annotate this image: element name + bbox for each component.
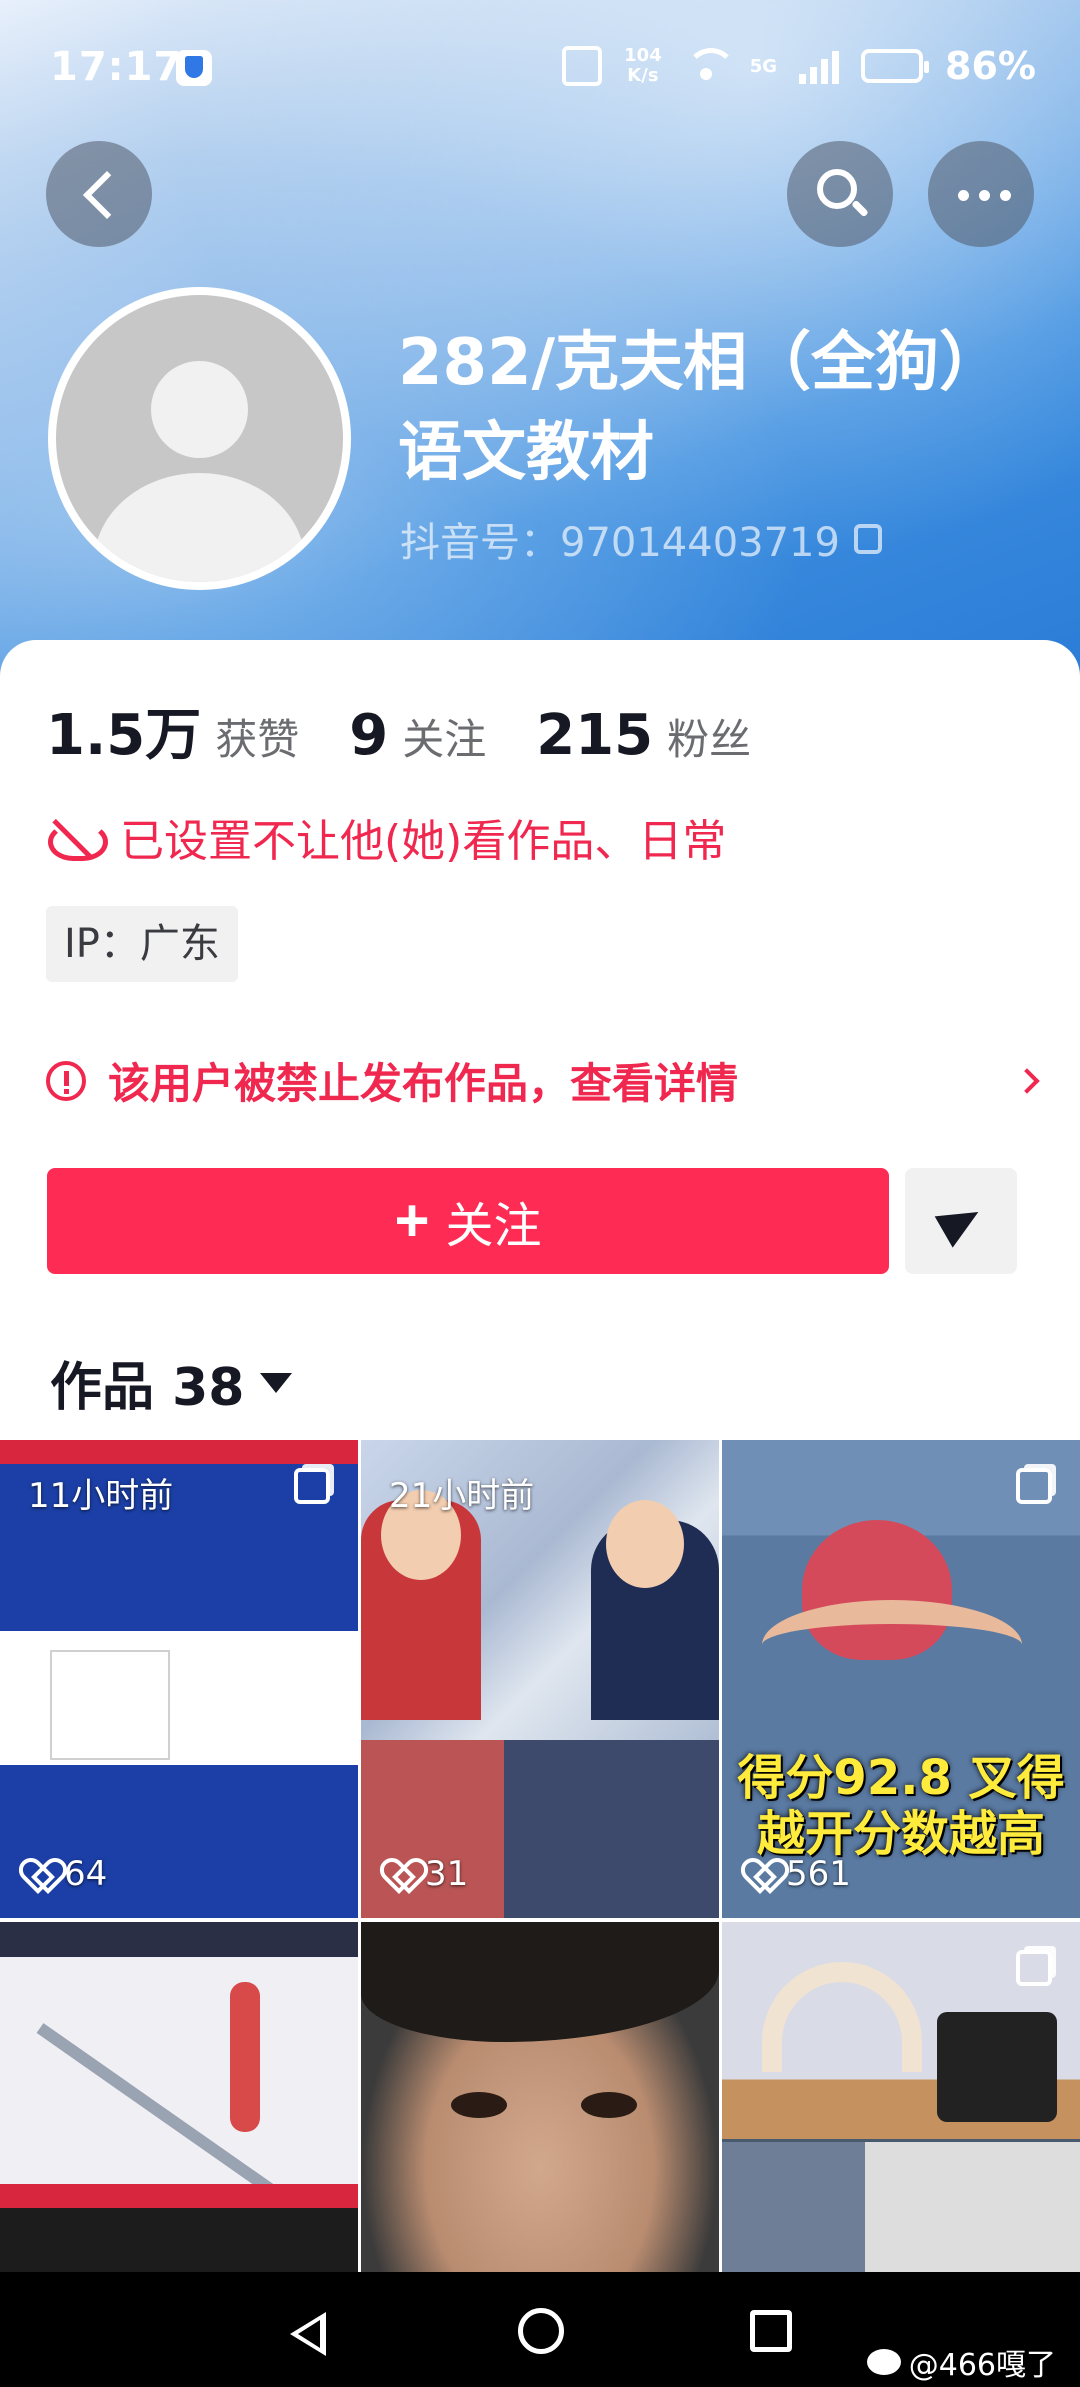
followers-count[interactable]: 215 [536,703,653,768]
battery-icon [861,49,930,83]
tile-time: 11小时前 [28,1476,174,1516]
multi-image-icon [294,1468,330,1504]
work-tile[interactable] [361,1922,719,2272]
privacy-restriction-text: 已设置不让他(她)看作品、日常 [120,816,727,867]
signal-icon [799,48,840,84]
nav-home-icon[interactable] [518,2308,564,2354]
followers-label[interactable]: 粉丝 [667,706,751,767]
privacy-restriction[interactable]: 已设置不让他(她)看作品、日常 [46,805,726,869]
more-button[interactable] [928,141,1034,247]
douyin-id[interactable]: 抖音号：97014403719 [400,510,882,568]
tile-time: 21小时前 [389,1476,535,1516]
work-tile[interactable]: 得分92.8 叉得越开分数越高 561 [722,1440,1080,1918]
tile-likes: 64 [24,1854,107,1894]
work-tile[interactable] [722,1922,1080,2272]
works-title: 作品 38 [50,1358,245,1418]
network-speed-unit: K/s [627,65,659,86]
banned-notice-text: 该用户被禁止发布作品，查看详情 [108,1059,739,1108]
weibo-icon [866,2349,901,2375]
follow-button[interactable]: + 关注 [47,1168,889,1274]
plus-icon: + [394,1187,430,1254]
search-button[interactable] [787,141,893,247]
heart-icon [385,1860,415,1888]
works-tab[interactable]: 作品 38 [50,1345,293,1420]
follow-label: 关注 [445,1200,542,1253]
tile-artwork [50,1650,170,1760]
work-tile[interactable]: 11小时前 64 [0,1440,358,1918]
avatar[interactable] [48,287,351,590]
battery-percent: 86% [945,44,1036,88]
status-time: 17:17 [50,44,183,90]
tile-likes-count: 64 [64,1854,108,1894]
tile-likes: 31 [385,1854,468,1894]
caret-down-icon [260,1372,293,1393]
network-speed: 104 K/s [624,46,662,86]
works-grid: 11小时前 64 21小时前 31 得分92.8 叉得越开分数越高 561 [0,1440,1080,2272]
tile-likes-count: 31 [425,1854,469,1894]
nav-back-icon[interactable] [290,2312,326,2356]
multi-image-icon [1016,1950,1052,1986]
douyin-id-text: 抖音号：97014403719 [400,520,840,566]
status-bar: 17:17 104 K/s 5G 86% [0,0,1080,130]
network-speed-value: 104 [624,45,662,66]
wifi-icon [684,48,736,84]
stats-row: 1.5万 获赞 9 关注 215 粉丝 [46,690,801,771]
tile-likes-count: 561 [786,1854,851,1894]
work-tile[interactable]: 21小时前 31 [361,1440,719,1918]
warning-icon [46,1060,86,1101]
network-type: 5G [749,55,778,77]
chevron-right-icon [1014,1067,1040,1094]
heart-icon [24,1860,54,1888]
send-message-button[interactable] [905,1168,1017,1274]
likes-count[interactable]: 1.5万 [46,690,201,771]
heart-icon [746,1860,776,1888]
likes-label[interactable]: 获赞 [215,706,299,767]
tile-overlay-text: 得分92.8 叉得越开分数越高 [737,1750,1065,1862]
status-indicators: 104 K/s 5G 86% [562,44,1036,88]
nav-recents-icon[interactable] [750,2310,792,2352]
watermark: @466嘎了 [866,2340,1056,2384]
profile-name: 282/克夫相（全狗）语文教材 [398,326,971,490]
tile-likes: 561 [746,1854,851,1894]
back-button[interactable] [46,141,152,247]
ip-location-tag: IP：广东 [46,906,238,982]
vibrate-icon [562,46,603,86]
multi-image-icon [1016,1468,1052,1504]
copy-icon[interactable] [853,524,882,554]
following-label[interactable]: 关注 [402,706,486,767]
watermark-text: @466嘎了 [908,2348,1056,2383]
work-tile[interactable] [0,1922,358,2272]
search-icon [817,169,857,209]
following-count[interactable]: 9 [349,703,388,768]
eye-off-icon [46,817,108,861]
shield-icon [176,50,212,86]
more-icon [958,190,1011,201]
banned-notice[interactable]: 该用户被禁止发布作品，查看详情 [46,1050,1040,1111]
